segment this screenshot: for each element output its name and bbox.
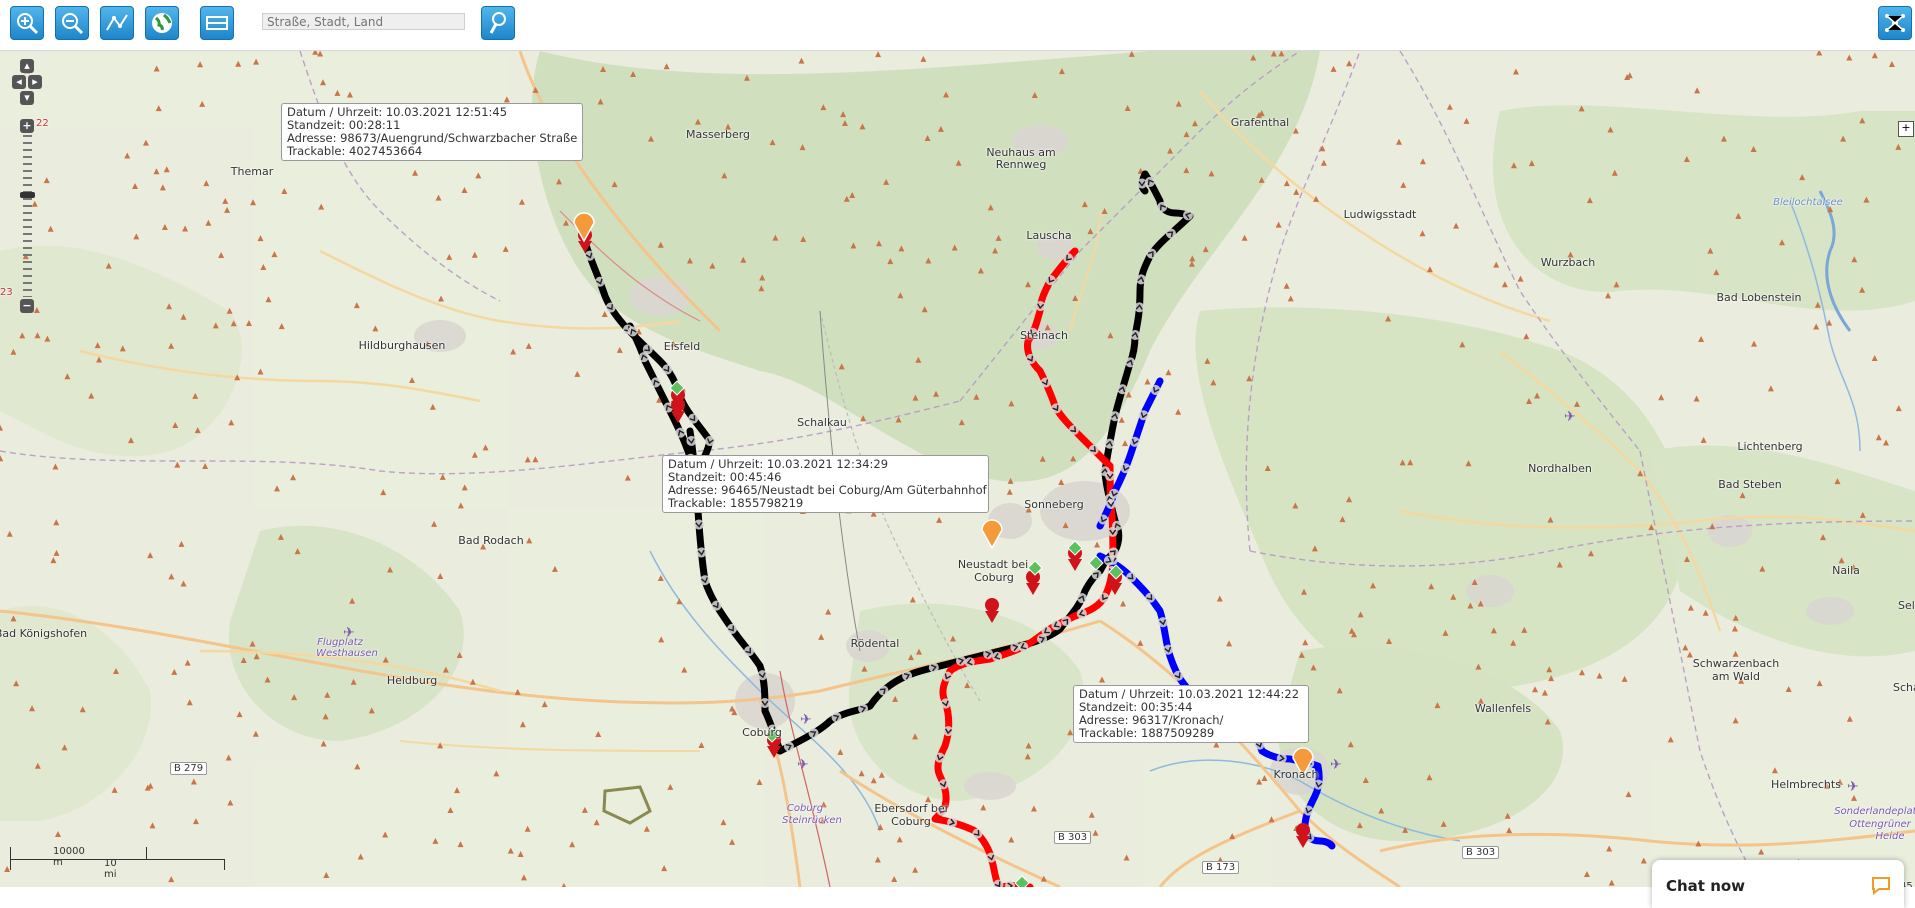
road-shield: B 173 [1202,861,1240,874]
place-label: Wurzbach [1540,256,1596,269]
place-label: Sonneberg [1024,498,1084,511]
place-label: Neustadt bei [957,558,1029,571]
world-view-tool-button[interactable] [145,6,179,40]
place-label: Ottengrüner [1849,819,1911,830]
route-tool-button[interactable] [100,6,134,40]
place-label: Bad Königshofen [0,627,88,640]
place-label: Flugplatz [317,637,363,648]
chat-widget[interactable]: Chat now [1652,860,1904,908]
place-label: Nordhalben [1528,462,1592,475]
zoom-slider-handle[interactable] [20,192,35,198]
pan-up-button[interactable]: ▴ [20,59,34,73]
place-label: Schalkau [797,416,847,429]
place-label: Coburg [786,803,824,814]
place-label: Sonderlandeplatz [1834,806,1915,817]
place-label: Westhausen [316,648,378,659]
zoom-in-tool-button[interactable] [10,6,44,40]
stop-info-popup[interactable]: Datum / Uhrzeit: 10.03.2021 12:44:22 Sta… [1073,685,1309,743]
place-label: Kronach [1273,768,1319,781]
route-icon [106,14,128,31]
road-shield: B 303 [1462,846,1500,859]
edge-number: 23 [0,287,13,298]
place-label: Rödental [850,637,900,650]
zoom-in-button[interactable]: + [20,119,34,133]
zoom-out-icon [62,13,84,35]
place-label: Ludwigsstadt [1343,208,1417,221]
place-label: Themar [230,165,274,178]
place-label: Bad Lobenstein [1716,291,1802,304]
place-label: Schauenstein [1893,681,1915,694]
place-label: Wallenfels [1474,702,1532,715]
svg-text:✈: ✈ [1847,779,1859,795]
popup-trackable: Trackable: 1887509289 [1079,726,1215,740]
pan-right-button[interactable]: ▸ [28,75,42,89]
zoom-in-icon [17,13,39,35]
zoom-out-button[interactable]: − [20,299,34,313]
place-label: Coburg [891,815,931,828]
stop-info-popup[interactable]: Datum / Uhrzeit: 10.03.2021 12:51:45 Sta… [281,103,583,161]
place-label: Heldburg [386,674,438,687]
place-label: Bad Steben [1718,478,1782,491]
layer-tool-button[interactable] [1878,6,1912,40]
place-label: Grafenthal [1230,116,1290,129]
fit-view-tool-button[interactable] [200,6,234,40]
place-label: Masserberg [685,128,751,141]
place-label: am Wald [1712,670,1760,683]
chat-label: Chat now [1666,877,1746,895]
layer-switcher-button[interactable]: + [1898,121,1914,137]
place-label: Helmbrechts [1771,778,1841,791]
road-shield: B 303 [1054,831,1092,844]
place-label: Coburg [974,571,1014,584]
svg-text:✈: ✈ [1330,757,1342,773]
place-label: Bad Rodach [458,534,524,547]
svg-text:✈: ✈ [800,712,812,728]
place-label: Naila [1832,564,1860,577]
globe-icon [152,13,172,33]
popup-trackable: Trackable: 1855798219 [668,496,804,510]
zoom-out-tool-button[interactable] [55,6,89,40]
svg-text:✈: ✈ [1564,409,1576,425]
svg-text:✈: ✈ [797,757,809,773]
place-label: Rennweg [995,158,1047,171]
network-icon [1885,14,1905,32]
map-canvas[interactable]: ✈ ✈ ✈ ✈ ✈ ✈ Masserberg Neuhaus am Rennweg G… [0,51,1915,887]
place-label: Bleilochtalsee [1773,197,1843,208]
place-label: Steinrücken [782,815,842,826]
place-label: Hildburghausen [358,339,446,352]
place-label: Heide [1875,831,1905,842]
place-label: Coburg [742,726,782,739]
pan-zoom-control: ▴ ◂ ▸ ▾ + − [12,57,54,357]
scale-imperial: 10 mi [104,858,117,880]
pan-down-button[interactable]: ▾ [20,91,34,105]
chat-bubble-icon [1872,877,1890,896]
scale-metric: 10000 m [53,846,85,868]
zoom-slider-track[interactable] [23,135,32,297]
place-label: Selbitz [1898,599,1915,612]
bottom-strip [0,887,1915,906]
place-label: Lauscha [1026,229,1072,242]
place-label: Ebersdorf bei [874,802,948,815]
road-shield: B 279 [170,762,208,775]
fit-extent-icon [206,16,228,30]
place-label: Eisfeld [663,340,701,353]
search-pin-icon [489,12,506,34]
search-tool-button[interactable] [481,6,515,40]
pan-left-button[interactable]: ◂ [12,75,26,89]
place-label: Steinach [1020,329,1068,342]
stop-info-popup[interactable]: Datum / Uhrzeit: 10.03.2021 12:34:29 Sta… [662,455,989,513]
toolbar [0,0,1915,51]
address-search-input[interactable] [262,13,465,30]
popup-trackable: Trackable: 4027453664 [287,144,423,158]
place-label: Lichtenberg [1737,440,1803,453]
place-label: Schwarzenbach [1692,657,1780,670]
